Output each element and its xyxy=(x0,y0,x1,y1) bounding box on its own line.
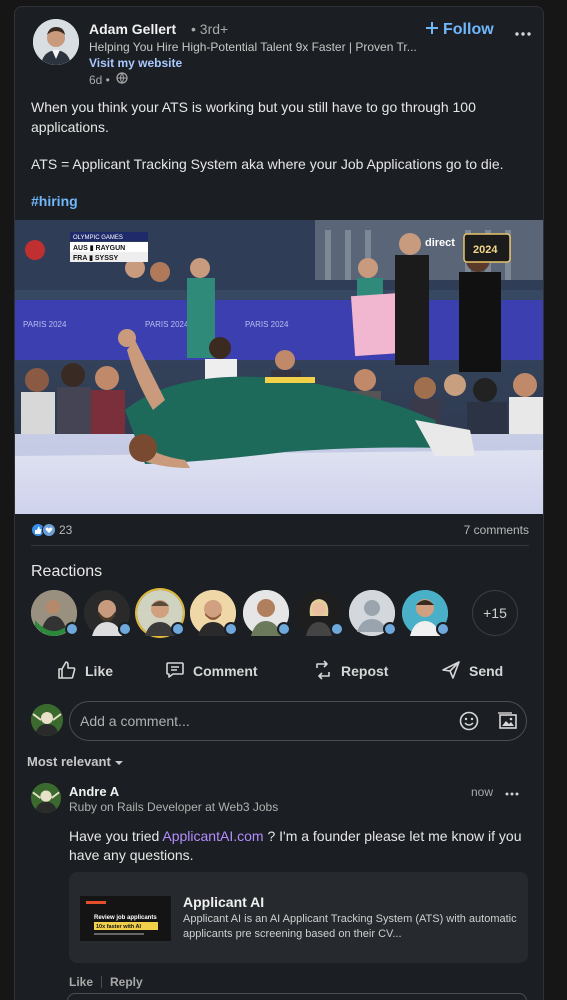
image-icon[interactable] xyxy=(497,711,517,736)
commenter-avatar[interactable] xyxy=(31,783,61,813)
emoji-icon[interactable] xyxy=(459,711,479,736)
comment-button[interactable]: Comment xyxy=(165,651,258,691)
link-preview-thumbnail: Review job applicants 10x faster with AI xyxy=(80,896,171,941)
repost-icon xyxy=(313,659,333,683)
post-text: When you think your ATS is working but y… xyxy=(31,97,531,228)
comment-label: Comment xyxy=(193,663,258,679)
comment-link[interactable]: ApplicantAI.com xyxy=(162,828,263,844)
thumb-line-1: Review job applicants xyxy=(94,915,157,921)
repost-button[interactable]: Repost xyxy=(313,651,388,691)
author-avatar[interactable] xyxy=(33,19,79,65)
plus-icon xyxy=(426,21,438,39)
link-preview-title: Applicant AI xyxy=(183,894,265,910)
reactor-avatar[interactable] xyxy=(31,590,79,636)
hashtag-hiring[interactable]: #hiring xyxy=(31,193,78,209)
follow-label: Follow xyxy=(443,21,494,38)
comment-like-button[interactable]: Like xyxy=(69,975,93,989)
post-header: Adam Gellert • 3rd+ Helping You Hire Hig… xyxy=(33,19,533,93)
post-actions: Like Comment Repost Send xyxy=(15,651,543,691)
social-counts: 23 7 comments xyxy=(31,521,529,545)
reaction-count[interactable]: 23 xyxy=(59,523,72,537)
comment-icon xyxy=(165,660,185,683)
next-card-edge xyxy=(67,993,527,1000)
thumb-line-2: 10x faster with AI xyxy=(96,924,142,930)
post-age-text: 6d • xyxy=(89,72,110,87)
board-text-2: PARIS 2024 xyxy=(245,320,289,329)
scoreboard-row-1: AUS ▮ RAYGUN xyxy=(73,245,125,252)
globe-icon xyxy=(116,72,128,87)
comment-composer xyxy=(31,701,531,743)
like-label: Like xyxy=(85,663,114,679)
post-card: Adam Gellert • 3rd+ Helping You Hire Hig… xyxy=(14,6,544,1000)
connection-degree: • 3rd+ xyxy=(191,21,229,37)
reactor-avatar[interactable] xyxy=(190,590,238,636)
broadcast-year: 2024 xyxy=(473,244,498,256)
reactor-avatar[interactable] xyxy=(296,590,344,636)
thumbs-up-icon xyxy=(57,660,77,683)
author-headline: Helping You Hire High-Potential Talent 9… xyxy=(89,40,417,54)
comment-more-options-icon[interactable] xyxy=(505,783,519,799)
board-text: PARIS 2024 xyxy=(145,320,189,329)
scoreboard-row-2: FRA ▮ SYSSY xyxy=(73,255,119,262)
comment-text-before: Have you tried xyxy=(69,828,163,844)
follow-button[interactable]: Follow xyxy=(426,21,494,39)
reactions-title: Reactions xyxy=(31,563,103,580)
support-reaction-icon xyxy=(42,523,56,537)
like-button[interactable]: Like xyxy=(57,651,113,691)
caret-down-icon xyxy=(114,754,124,769)
comment-text: Have you tried ApplicantAI.com ? I'm a f… xyxy=(69,827,529,865)
comment-time: now xyxy=(471,785,494,799)
more-options-icon[interactable] xyxy=(515,23,531,41)
send-label: Send xyxy=(469,663,504,679)
reaction-icons[interactable] xyxy=(31,523,56,537)
divider xyxy=(31,545,529,546)
comment-reply-button[interactable]: Reply xyxy=(110,975,143,989)
scoreboard-event: OLYMPIC GAMES xyxy=(73,235,123,241)
post-paragraph-2: ATS = Applicant Tracking System aka wher… xyxy=(31,156,504,172)
more-reactors-button[interactable]: +15 xyxy=(472,590,518,636)
broadcast-label: direct xyxy=(425,237,455,249)
comments-count[interactable]: 7 comments xyxy=(464,523,529,537)
commenter-headline: Ruby on Rails Developer at Web3 Jobs xyxy=(69,800,279,814)
post-age: 6d • xyxy=(89,72,128,87)
reactor-avatar[interactable] xyxy=(243,590,291,636)
author-name[interactable]: Adam Gellert xyxy=(89,21,176,37)
my-avatar[interactable] xyxy=(31,704,63,736)
reactor-avatar[interactable] xyxy=(402,590,450,636)
reactor-avatar[interactable] xyxy=(137,590,185,636)
visit-website-link[interactable]: Visit my website xyxy=(89,56,182,70)
divider xyxy=(101,976,103,988)
comment-actions: Like Reply xyxy=(69,975,143,989)
comments-sort-dropdown[interactable]: Most relevant xyxy=(27,754,124,769)
commenter-name[interactable]: Andre A xyxy=(69,784,119,799)
send-icon xyxy=(441,660,461,683)
comment-item: Andre A Ruby on Rails Developer at Web3 … xyxy=(31,783,531,1000)
reactor-avatar-placeholder[interactable] xyxy=(349,590,397,636)
sort-label: Most relevant xyxy=(27,754,111,769)
repost-label: Repost xyxy=(341,663,389,679)
link-preview-card[interactable]: Review job applicants 10x faster with AI… xyxy=(69,872,528,963)
reactor-avatars: +15 xyxy=(31,590,531,638)
reactor-avatar[interactable] xyxy=(84,590,132,636)
post-paragraph-1: When you think your ATS is working but y… xyxy=(31,99,476,135)
send-button[interactable]: Send xyxy=(441,651,503,691)
link-preview-description: Applicant AI is an AI Applicant Tracking… xyxy=(183,913,517,940)
post-media-image[interactable]: PARIS 2024 PARIS 2024 PARIS 2024 OLYMPIC… xyxy=(15,220,543,514)
board-text-3: PARIS 2024 xyxy=(23,320,67,329)
